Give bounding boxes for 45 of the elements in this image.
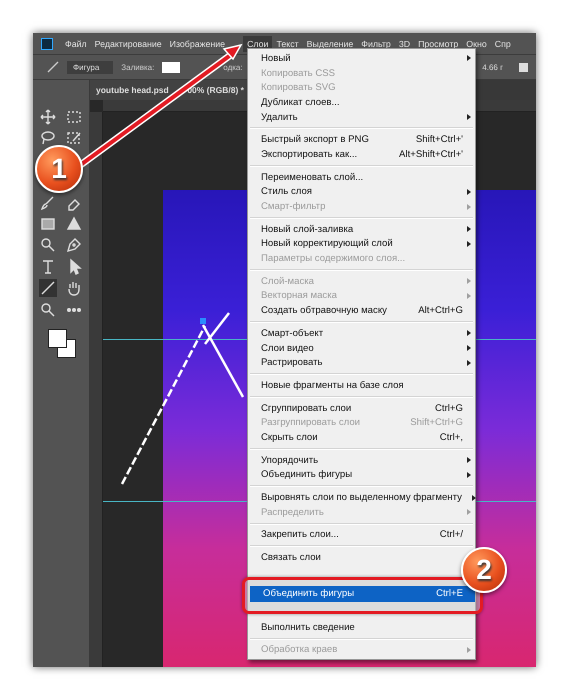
line-tool-icon bbox=[47, 61, 59, 73]
move-icon[interactable] bbox=[39, 108, 57, 126]
menu-bar-item[interactable]: Фильтр bbox=[357, 36, 395, 52]
menu-item[interactable]: Новый слой-заливка bbox=[248, 222, 475, 237]
menu-item[interactable]: Упорядочить bbox=[248, 452, 475, 468]
menu-item[interactable]: Новые фрагменты на базе слоя bbox=[248, 378, 404, 393]
menu-bar-item[interactable]: Просмотр bbox=[414, 36, 462, 52]
menu-item[interactable]: Закрепить слои... Ctrl+/ bbox=[248, 528, 475, 542]
menu-bar-item[interactable]: Редактирование bbox=[90, 36, 166, 52]
menu-item[interactable]: Дубликат слоев... bbox=[248, 95, 340, 110]
menu-item[interactable]: Стиль слоя bbox=[248, 184, 475, 200]
menu-item[interactable]: Растрировать bbox=[248, 355, 475, 370]
zoom-icon[interactable] bbox=[39, 300, 57, 319]
menu-item[interactable]: Выполнить сведение bbox=[248, 620, 355, 635]
menu-item[interactable]: Новый bbox=[248, 51, 475, 66]
menu-bar-item[interactable]: Выделение bbox=[302, 36, 358, 52]
line-icon[interactable] bbox=[39, 279, 57, 298]
menu-item[interactable]: Удалить bbox=[248, 110, 475, 124]
menu-bar-item[interactable]: Файл bbox=[61, 36, 91, 52]
menu-item[interactable]: Выровнять слои по выделенному фрагменту bbox=[248, 490, 475, 505]
menu-item[interactable]: Сгруппировать слои Ctrl+G bbox=[248, 400, 475, 416]
menu-item[interactable]: Новый корректирующий слой bbox=[248, 236, 475, 252]
mode-dropdown[interactable]: Фигура bbox=[67, 60, 114, 74]
menu-bar-item[interactable]: Окно bbox=[462, 36, 491, 52]
menu-bar-item[interactable]: 3D bbox=[394, 36, 414, 52]
menu-item[interactable]: Объединить фигуры bbox=[248, 468, 475, 482]
menu-item[interactable]: Экспортировать как... Alt+Shift+Ctrl+' bbox=[248, 147, 475, 162]
stroke-label: одка: bbox=[223, 62, 243, 72]
stroke-width-value: 4.66 г bbox=[482, 62, 503, 72]
menu-item[interactable]: Создать обтравочную маску Alt+Ctrl+G bbox=[248, 303, 475, 318]
fill-swatch[interactable] bbox=[162, 62, 180, 72]
pen-icon[interactable] bbox=[65, 236, 83, 254]
menu-bar-item[interactable]: Изображение bbox=[166, 36, 230, 52]
fill-label: Заливка: bbox=[121, 62, 154, 72]
menu-bar-item[interactable]: Спр bbox=[490, 36, 515, 52]
menu-item[interactable]: Скрыть слои Ctrl+, bbox=[248, 430, 475, 445]
menu-item[interactable]: Слои видео bbox=[248, 340, 475, 356]
menu-item[interactable]: Связать слои bbox=[248, 550, 321, 565]
menu-item[interactable]: Быстрый экспорт в PNG Shift+Ctrl+' bbox=[248, 132, 475, 148]
stroke-options-icon[interactable] bbox=[519, 62, 528, 72]
menu-item[interactable]: Объединить фигуры Ctrl+E bbox=[250, 586, 475, 602]
menu-item[interactable]: Переименовать слой... bbox=[248, 170, 364, 184]
menu-bar-item[interactable]: Текст bbox=[272, 36, 303, 52]
menu-item[interactable]: Смарт-объект bbox=[248, 326, 475, 341]
app-logo-icon bbox=[41, 38, 53, 50]
